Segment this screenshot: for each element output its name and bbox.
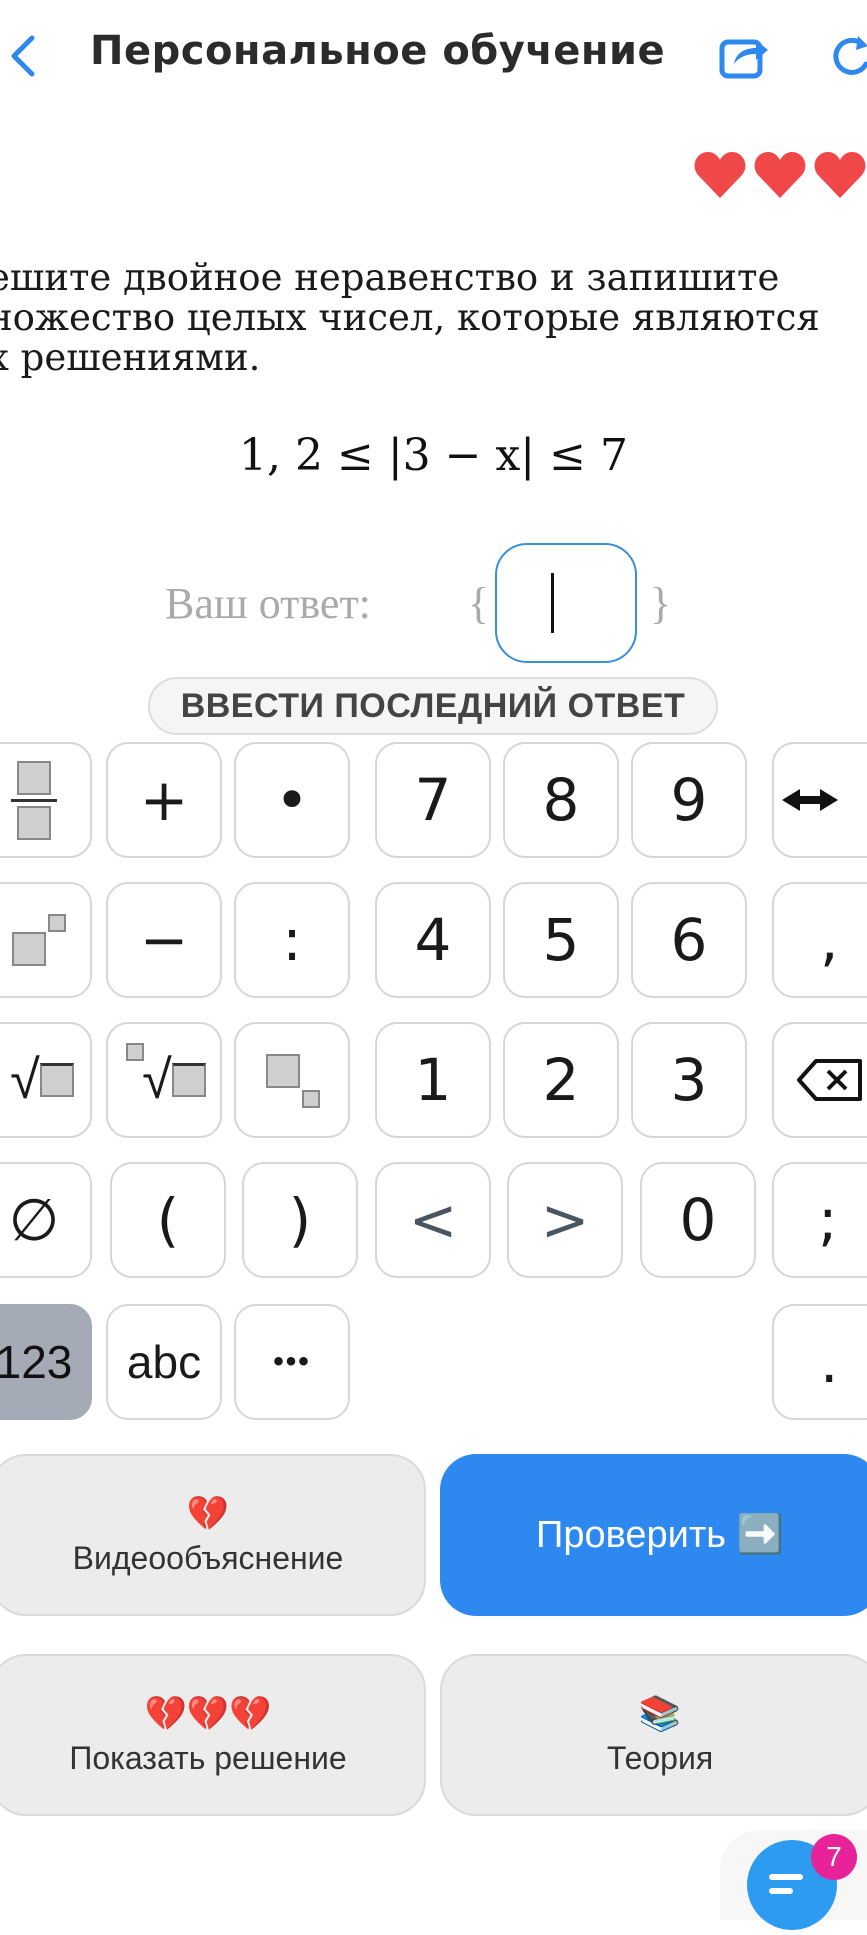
chevron-left-icon: [11, 35, 35, 77]
lives-indicator: [693, 150, 867, 200]
key-1[interactable]: 1: [375, 1022, 491, 1138]
check-label: Проверить ➡️: [536, 1514, 784, 1556]
text-cursor: [551, 573, 554, 633]
greater-than-key[interactable]: >: [507, 1162, 623, 1278]
share-button[interactable]: [716, 28, 772, 84]
brace-open: {: [468, 579, 490, 628]
power-key[interactable]: [0, 882, 92, 998]
subscript-key[interactable]: [234, 1022, 350, 1138]
sqrt-icon: √: [10, 1049, 74, 1111]
back-button[interactable]: [4, 28, 54, 84]
theory-label: Теория: [606, 1739, 714, 1776]
video-explanation-button[interactable]: 💔 Видеообъяснение: [0, 1454, 426, 1616]
brace-close: }: [650, 579, 672, 628]
enter-last-answer-button[interactable]: ВВЕСТИ ПОСЛЕДНИЙ ОТВЕТ: [148, 677, 718, 735]
dot-key[interactable]: .: [772, 1304, 867, 1420]
key-2[interactable]: 2: [503, 1022, 619, 1138]
divide-key[interactable]: :: [234, 882, 350, 998]
broken-hearts-icon: 💔💔💔: [144, 1694, 272, 1733]
less-than-key[interactable]: <: [375, 1162, 491, 1278]
answer-input[interactable]: [495, 543, 637, 663]
more-symbols-key[interactable]: •••: [234, 1304, 350, 1420]
subscript-icon: [260, 1050, 324, 1110]
heart-icon: [814, 152, 866, 198]
numeric-layout-key[interactable]: 123: [0, 1304, 92, 1420]
semicolon-key[interactable]: ;: [772, 1162, 867, 1278]
key-7[interactable]: 7: [375, 742, 491, 858]
sqrt-key[interactable]: √: [0, 1022, 92, 1138]
minus-key[interactable]: −: [106, 882, 222, 998]
nth-root-key[interactable]: √: [106, 1022, 222, 1138]
refresh-button[interactable]: [822, 30, 867, 86]
key-5[interactable]: 5: [503, 882, 619, 998]
check-button[interactable]: Проверить ➡️: [440, 1454, 867, 1616]
key-9[interactable]: 9: [631, 742, 747, 858]
key-6[interactable]: 6: [631, 882, 747, 998]
question-text: ешите двойное неравенство и запишите нож…: [0, 256, 820, 379]
answer-label: Ваш ответ:: [165, 579, 371, 628]
show-solution-label: Показать решение: [69, 1739, 347, 1776]
fraction-key[interactable]: [0, 742, 92, 858]
power-icon: [4, 910, 66, 970]
cursor-move-key[interactable]: [772, 742, 867, 858]
video-explanation-label: Видеообъяснение: [72, 1539, 344, 1576]
close-paren-key[interactable]: ): [242, 1162, 358, 1278]
multiply-key[interactable]: •: [234, 742, 350, 858]
refresh-icon: [833, 36, 867, 75]
alpha-layout-key[interactable]: abc: [106, 1304, 222, 1420]
inequality-formula: 1, 2 ≤ |3 − x| ≤ 7: [239, 430, 628, 481]
key-0[interactable]: 0: [640, 1162, 756, 1278]
key-8[interactable]: 8: [503, 742, 619, 858]
theory-button[interactable]: 📚 Теория: [440, 1654, 867, 1816]
share-icon: [719, 39, 768, 79]
show-solution-button[interactable]: 💔💔💔 Показать решение: [0, 1654, 426, 1816]
books-icon: 📚: [638, 1694, 682, 1733]
key-4[interactable]: 4: [375, 882, 491, 998]
plus-key[interactable]: +: [106, 742, 222, 858]
empty-set-key[interactable]: ∅: [0, 1162, 92, 1278]
heart-icon: [694, 152, 746, 198]
arrows-horizontal-icon: [782, 789, 838, 811]
nth-root-icon: √: [122, 1043, 206, 1111]
key-3[interactable]: 3: [631, 1022, 747, 1138]
heart-icon: [754, 152, 806, 198]
page-title: Персональное обучение: [90, 28, 666, 74]
chat-badge: 7: [811, 1834, 857, 1880]
comma-key[interactable]: ,: [772, 882, 867, 998]
backspace-icon: [797, 1059, 862, 1101]
backspace-key[interactable]: [772, 1022, 867, 1138]
open-paren-key[interactable]: (: [110, 1162, 226, 1278]
broken-heart-icon: 💔: [186, 1494, 230, 1533]
fraction-icon: [11, 760, 57, 840]
